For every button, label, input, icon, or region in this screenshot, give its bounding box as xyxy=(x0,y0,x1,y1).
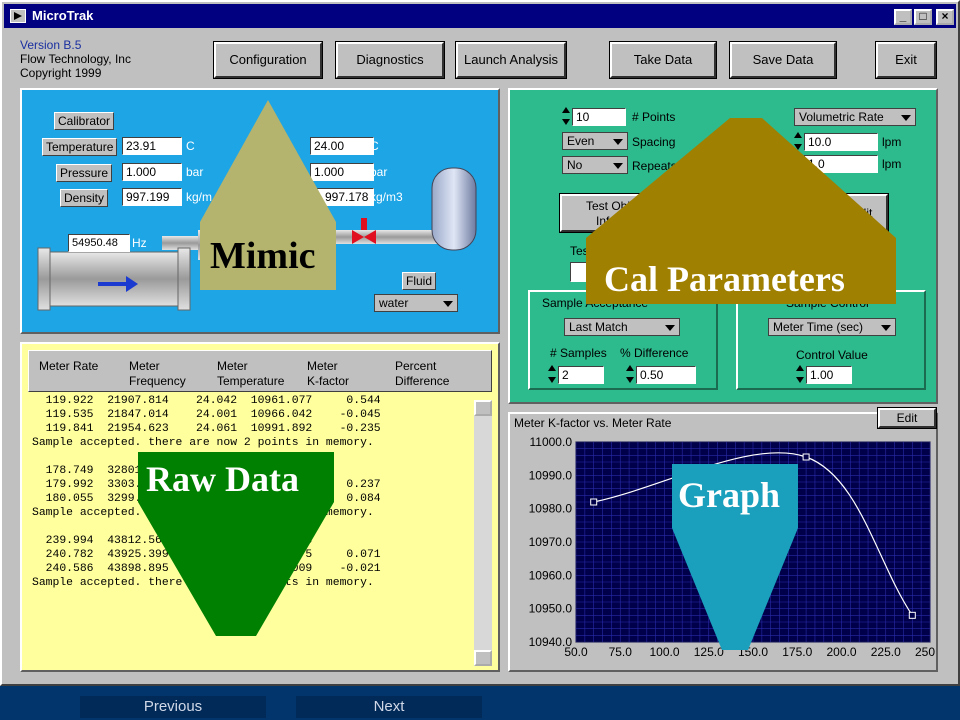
next-button[interactable]: Next xyxy=(296,696,482,718)
cal-parameters-callout-label: Cal Parameters xyxy=(604,259,845,299)
cal-callout-top xyxy=(586,118,896,238)
callout-shapes xyxy=(138,100,896,650)
graph-callout-shape xyxy=(672,528,798,650)
presentation-nav-bar: Previous Next xyxy=(0,686,960,720)
mimic-callout-label: Mimic xyxy=(210,235,316,277)
mimic-callout-shape xyxy=(200,100,336,222)
raw-callout-shape xyxy=(138,502,334,636)
raw-data-callout-label: Raw Data xyxy=(146,459,299,499)
graph-callout-label: Graph xyxy=(678,475,781,515)
previous-button[interactable]: Previous xyxy=(80,696,266,718)
